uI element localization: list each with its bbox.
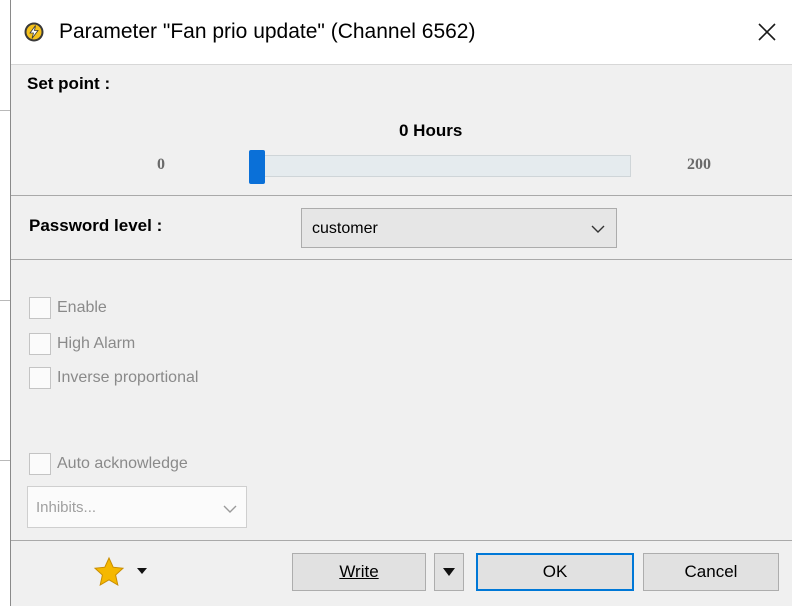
auto-acknowledge-label: Auto acknowledge [57, 455, 188, 472]
write-button[interactable]: Write [292, 553, 426, 591]
high-alarm-checkbox[interactable] [29, 333, 51, 355]
caret-down-icon [443, 568, 455, 576]
divider [11, 195, 792, 196]
inhibits-select[interactable]: Inhibits... [27, 486, 247, 528]
background-window-line [0, 300, 10, 301]
cancel-button[interactable]: Cancel [643, 553, 779, 591]
inverse-proportional-checkbox[interactable] [29, 367, 51, 389]
high-alarm-checkbox-row[interactable]: High Alarm [29, 331, 135, 357]
inhibits-value: Inhibits... [36, 499, 97, 516]
caret-down-icon[interactable] [137, 568, 147, 574]
chevron-down-icon [223, 505, 237, 513]
password-level-select[interactable]: customer [301, 208, 617, 248]
title-bar: Parameter "Fan prio update" (Channel 656… [11, 0, 792, 65]
ok-button[interactable]: OK [476, 553, 634, 591]
setpoint-value-text: 0 Hours [399, 121, 463, 140]
enable-label: Enable [57, 299, 107, 316]
setpoint-label: Set point : [27, 74, 111, 93]
enable-checkbox[interactable] [29, 297, 51, 319]
enable-checkbox-row[interactable]: Enable [29, 295, 107, 321]
favorite-star-icon[interactable] [93, 556, 125, 588]
slider-max-label: 200 [687, 156, 711, 173]
inverse-proportional-label: Inverse proportional [57, 369, 199, 386]
footer-divider [11, 540, 792, 541]
background-window-line [0, 110, 10, 111]
high-alarm-label: High Alarm [57, 335, 136, 352]
dialog-title: Parameter "Fan prio update" (Channel 656… [59, 20, 476, 43]
write-dropdown-button[interactable] [434, 553, 464, 591]
auto-acknowledge-checkbox[interactable] [29, 453, 51, 475]
password-level-value: customer [312, 220, 378, 237]
password-level-label: Password level : [29, 216, 163, 235]
background-window-line [0, 460, 10, 461]
ok-button-label: OK [542, 562, 568, 581]
setpoint-slider-thumb[interactable] [249, 150, 265, 184]
close-icon [758, 23, 776, 41]
auto-acknowledge-checkbox-row[interactable]: Auto acknowledge [29, 451, 188, 477]
parameter-dialog: Parameter "Fan prio update" (Channel 656… [10, 0, 792, 606]
lightning-icon [24, 22, 44, 42]
setpoint-slider-track[interactable] [249, 155, 631, 177]
divider [11, 259, 792, 260]
write-button-label: Write [339, 562, 379, 581]
chevron-down-icon [591, 225, 605, 233]
inverse-proportional-checkbox-row[interactable]: Inverse proportional [29, 365, 198, 391]
slider-min-label: 0 [157, 156, 165, 173]
close-button[interactable] [751, 16, 783, 48]
cancel-button-label: Cancel [684, 562, 738, 581]
